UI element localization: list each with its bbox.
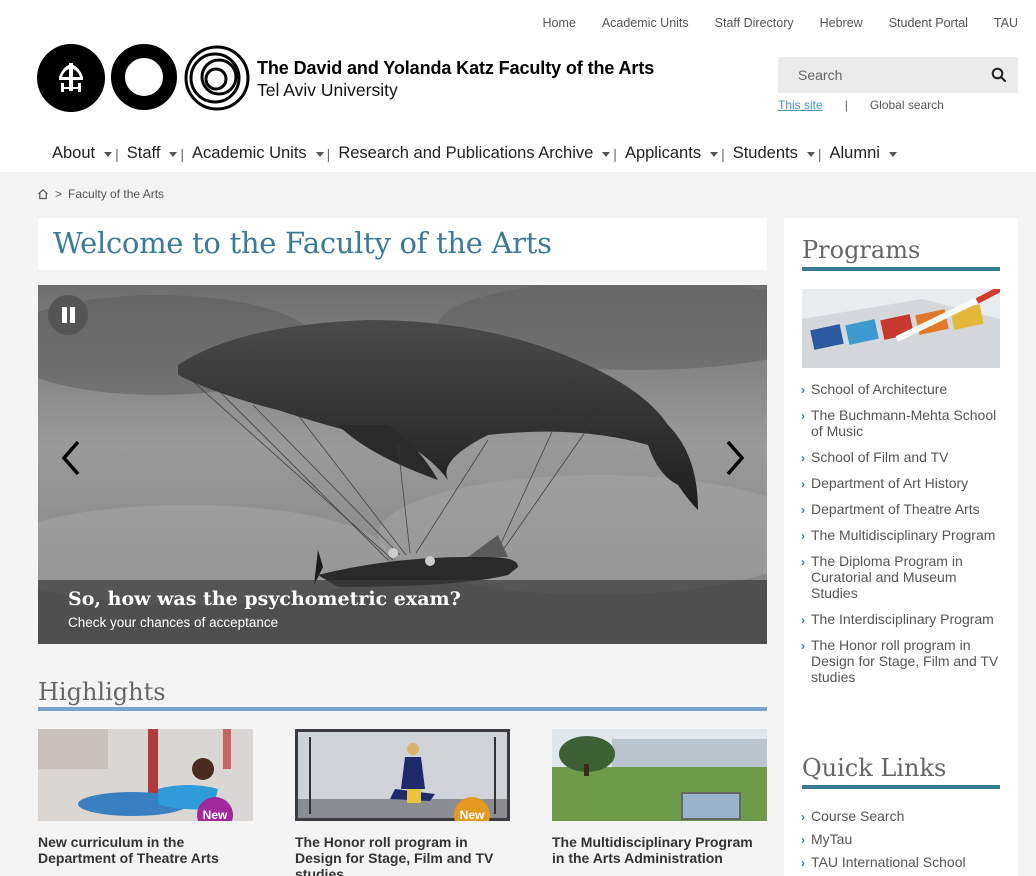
nav-item-applicants[interactable]: Applicants — [624, 144, 719, 163]
util-link-hebrew[interactable]: Hebrew — [820, 16, 863, 30]
nav-separator: | — [115, 145, 119, 162]
util-link-student-portal[interactable]: Student Portal — [889, 16, 968, 30]
search-input[interactable] — [778, 57, 983, 93]
main-nav: About | Staff | Academic Units | Researc… — [52, 144, 897, 163]
nav-item-about[interactable]: About — [52, 144, 113, 163]
program-link[interactable]: The Honor roll program in Design for Sta… — [800, 637, 1000, 685]
nav-item-academic-units[interactable]: Academic Units — [192, 144, 324, 163]
util-link-home[interactable]: Home — [542, 16, 575, 30]
nav-label: Alumni — [829, 144, 880, 162]
quick-links-divider — [802, 785, 1000, 789]
home-icon[interactable] — [37, 188, 49, 200]
faculty-logo[interactable] — [37, 43, 251, 113]
sidebar: Programs School of Architecture The Buch… — [784, 218, 1018, 876]
highlight-title[interactable]: New curriculum in the Department of Thea… — [38, 834, 253, 866]
program-link[interactable]: The Buchmann-Mehta School of Music — [800, 407, 1000, 439]
quick-link[interactable]: MyTau — [800, 831, 1000, 848]
highlight-title[interactable]: The Honor roll program in Design for Sta… — [295, 834, 510, 876]
programs-image — [802, 289, 1000, 368]
programs-list: School of Architecture The Buchmann-Meht… — [800, 381, 1000, 695]
program-link[interactable]: The Interdisciplinary Program — [800, 611, 1000, 628]
faculty-name[interactable]: The David and Yolanda Katz Faculty of th… — [257, 58, 654, 79]
util-link-tau[interactable]: TAU — [994, 16, 1018, 30]
nav-label: Research and Publications Archive — [338, 144, 594, 162]
nav-item-staff[interactable]: Staff — [127, 144, 178, 163]
quick-link[interactable]: Course Search — [800, 808, 1000, 825]
quick-links-heading: Quick Links — [802, 754, 947, 782]
nav-item-students[interactable]: Students — [733, 144, 815, 163]
chevron-left-icon[interactable] — [56, 438, 86, 478]
hero-slider[interactable]: So, how was the psychometric exam? Check… — [38, 285, 767, 644]
slide-caption-subtitle: Check your chances of acceptance — [68, 615, 279, 630]
slide-caption[interactable]: So, how was the psychometric exam? Check… — [38, 580, 767, 644]
caret-down-icon — [104, 152, 113, 157]
nav-item-alumni[interactable]: Alumni — [830, 144, 897, 163]
highlight-image[interactable] — [552, 729, 767, 821]
highlight-image[interactable]: New — [38, 729, 253, 821]
caret-down-icon — [315, 152, 324, 157]
caret-down-icon — [169, 152, 178, 157]
search-scope-separator: | — [844, 98, 848, 112]
highlight-card[interactable]: New New curriculum in the Department of … — [38, 729, 253, 866]
programs-divider — [802, 267, 1000, 271]
nav-separator: | — [180, 145, 185, 162]
search-this-site-option[interactable]: This site — [778, 98, 823, 112]
breadcrumb-current: Faculty of the Arts — [68, 187, 165, 201]
nav-label: Staff — [126, 144, 161, 162]
highlights-divider — [38, 707, 767, 711]
site-header: Home Academic Units Staff Directory Hebr… — [0, 0, 1036, 172]
university-name[interactable]: Tel Aviv University — [257, 80, 398, 101]
nav-separator: | — [817, 145, 822, 162]
caret-down-icon — [602, 152, 611, 157]
caret-down-icon — [806, 152, 815, 157]
nav-label: Academic Units — [192, 144, 307, 162]
breadcrumb: > Faculty of the Arts — [37, 187, 164, 201]
highlight-title[interactable]: The Multidisciplinary Program in the Art… — [552, 834, 767, 866]
program-link[interactable]: Department of Theatre Arts — [800, 501, 1000, 518]
search-scope: This site | Global search — [778, 98, 944, 112]
highlights-heading: Highlights — [38, 678, 166, 706]
search-icon[interactable] — [990, 66, 1008, 84]
nav-separator: | — [721, 145, 725, 162]
program-link[interactable]: School of Film and TV — [800, 449, 1000, 466]
page-title: Welcome to the Faculty of the Arts — [53, 226, 552, 260]
program-link[interactable]: The Multidisciplinary Program — [800, 527, 1000, 544]
search-global-option[interactable]: Global search — [870, 98, 944, 112]
programs-heading: Programs — [802, 236, 921, 264]
util-link-academic-units[interactable]: Academic Units — [602, 16, 689, 30]
welcome-banner: Welcome to the Faculty of the Arts — [38, 218, 767, 270]
util-link-staff-directory[interactable]: Staff Directory — [715, 16, 794, 30]
breadcrumb-separator: > — [55, 187, 63, 201]
chevron-right-icon[interactable] — [720, 438, 750, 478]
nav-item-research[interactable]: Research and Publications Archive — [338, 144, 611, 163]
caret-down-icon — [888, 152, 897, 157]
nav-separator: | — [326, 145, 331, 162]
search-box — [778, 57, 1018, 93]
nav-label: Applicants — [624, 144, 702, 162]
program-link[interactable]: The Diploma Program in Curatorial and Mu… — [800, 553, 1000, 601]
quick-links-list: Course Search MyTau TAU International Sc… — [800, 808, 1000, 876]
nav-label: Students — [732, 144, 798, 162]
pause-icon[interactable] — [48, 295, 88, 335]
caret-down-icon — [710, 152, 719, 157]
highlight-card[interactable]: The Multidisciplinary Program in the Art… — [552, 729, 767, 866]
slide-caption-title: So, how was the psychometric exam? — [68, 588, 461, 610]
nav-separator: | — [613, 145, 617, 162]
utility-nav: Home Academic Units Staff Directory Hebr… — [516, 16, 1018, 30]
program-link[interactable]: School of Architecture — [800, 381, 1000, 398]
highlight-image[interactable]: New — [295, 729, 510, 821]
nav-label: About — [52, 144, 96, 162]
quick-link[interactable]: TAU International School — [800, 854, 1000, 871]
highlight-card[interactable]: New The Honor roll program in Design for… — [295, 729, 510, 876]
program-link[interactable]: Department of Art History — [800, 475, 1000, 492]
